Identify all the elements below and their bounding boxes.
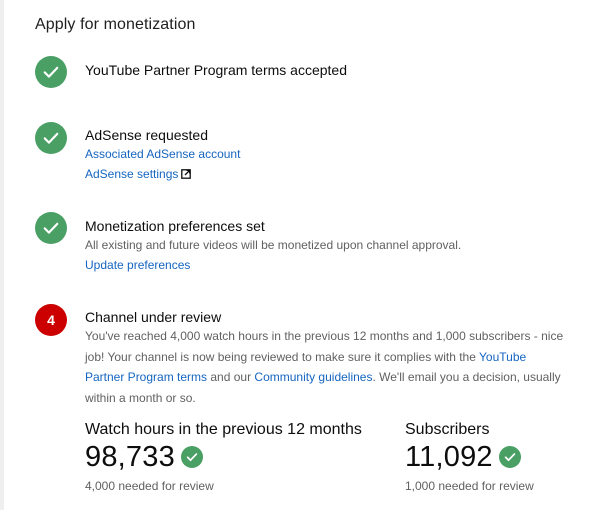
check-icon xyxy=(35,212,67,244)
update-preferences-link[interactable]: Update preferences xyxy=(85,255,190,275)
stat-note: 1,000 needed for review xyxy=(405,479,534,493)
stat-value: 11,092 xyxy=(405,441,493,473)
review-text-part2: and our xyxy=(207,370,255,384)
stat-value: 98,733 xyxy=(85,441,175,473)
associated-adsense-account-link[interactable]: Associated AdSense account xyxy=(85,144,240,164)
step-body: Channel under review You've reached 4,00… xyxy=(85,308,585,408)
review-description: You've reached 4,000 watch hours in the … xyxy=(85,326,565,408)
monetization-card: Apply for monetization YouTube Partner P… xyxy=(4,0,607,510)
step-adsense-requested: AdSense requested Associated AdSense acc… xyxy=(35,122,595,192)
external-link-icon[interactable] xyxy=(181,165,192,179)
step-monetization-preferences: Monetization preferences set All existin… xyxy=(35,212,595,272)
step-title: Monetization preferences set xyxy=(85,218,265,234)
step-description: All existing and future videos will be m… xyxy=(85,238,462,252)
check-icon xyxy=(35,122,67,154)
step-title: YouTube Partner Program terms accepted xyxy=(85,62,347,78)
step-number-badge: 4 xyxy=(35,304,67,336)
check-icon xyxy=(35,56,67,88)
step-body: Monetization preferences set All existin… xyxy=(85,217,585,275)
subscribers-stat: Subscribers 11,092 1,000 needed for revi… xyxy=(405,420,534,494)
stat-note: 4,000 needed for review xyxy=(85,479,214,493)
community-guidelines-link[interactable]: Community guidelines xyxy=(254,370,372,384)
step-title: AdSense requested xyxy=(85,127,208,143)
stat-label: Subscribers xyxy=(405,421,490,438)
step-title: Channel under review xyxy=(85,309,222,325)
page-title: Apply for monetization xyxy=(35,16,196,33)
step-channel-under-review: 4 Channel under review You've reached 4,… xyxy=(35,304,595,405)
step-terms-accepted: YouTube Partner Program terms accepted xyxy=(35,56,595,90)
step-body: YouTube Partner Program terms accepted xyxy=(85,61,585,79)
stat-label: Watch hours in the previous 12 months xyxy=(85,421,362,438)
adsense-settings-link[interactable]: AdSense settings xyxy=(85,164,178,184)
step-number: 4 xyxy=(47,312,55,328)
watch-hours-stat: Watch hours in the previous 12 months 98… xyxy=(85,420,362,494)
check-icon xyxy=(180,446,203,468)
step-body: AdSense requested Associated AdSense acc… xyxy=(85,126,585,184)
check-icon xyxy=(498,446,521,468)
